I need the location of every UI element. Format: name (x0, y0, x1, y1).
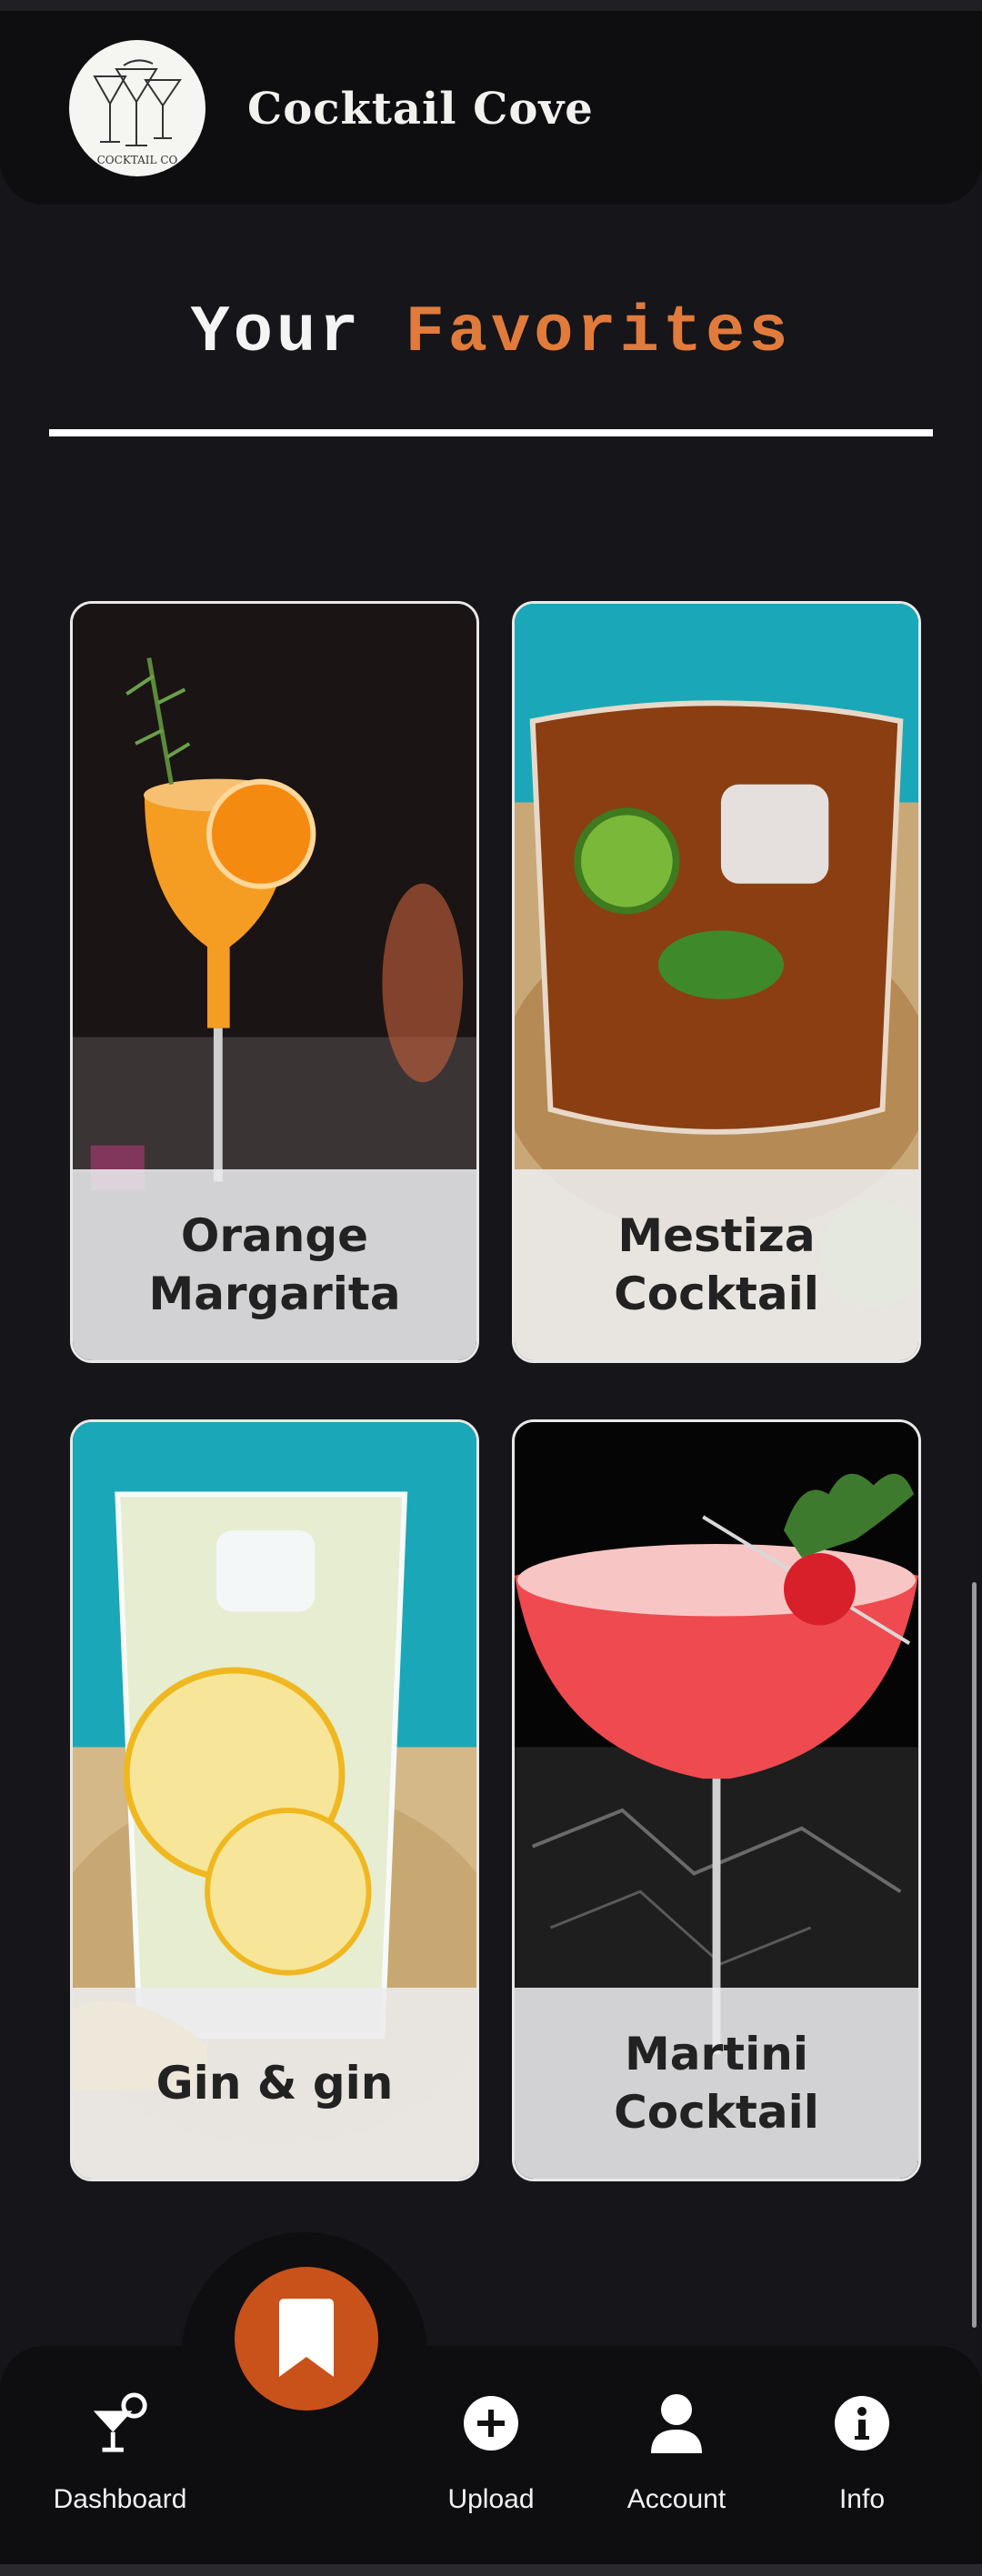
nav-dashboard[interactable]: Dashboard (29, 2382, 211, 2515)
app-header: COCKTAIL CO Cocktail Cove (0, 0, 982, 205)
card-caption: Martini Cocktail (515, 1988, 918, 2179)
app-title: Cocktail Cove (247, 84, 594, 135)
nav-upload-label: Upload (447, 2484, 535, 2514)
page-title-part2: Favorites (405, 296, 792, 370)
nav-dashboard-label: Dashboard (53, 2484, 187, 2514)
scrollbar[interactable] (972, 1582, 977, 2328)
page-title: Your Favorites (0, 296, 982, 370)
user-icon (645, 2391, 708, 2455)
app-logo[interactable]: COCKTAIL CO (69, 40, 205, 176)
favorite-card-orange-margarita[interactable]: Orange Margarita (70, 601, 479, 1363)
cocktail-name: Orange Margarita (148, 1209, 401, 1320)
nav-upload[interactable]: Upload (400, 2382, 582, 2515)
bottom-edge (0, 2564, 982, 2576)
plus-circle-icon (459, 2391, 523, 2455)
page-title-part1: Your (190, 296, 406, 370)
nav-info[interactable]: Info (771, 2382, 953, 2515)
title-divider (49, 429, 933, 436)
cocktail-name: Mestiza Cocktail (614, 1209, 819, 1320)
nav-account-label: Account (626, 2484, 726, 2514)
favorites-fab-button[interactable] (235, 2267, 378, 2411)
favorite-card-martini-cocktail[interactable]: Martini Cocktail (512, 1419, 921, 2181)
card-caption: Mestiza Cocktail (515, 1169, 918, 1360)
info-icon (830, 2391, 894, 2455)
nav-account[interactable]: Account (586, 2382, 767, 2515)
svg-text:COCKTAIL CO: COCKTAIL CO (97, 154, 178, 166)
cocktail-name: Martini Cocktail (614, 2028, 819, 2139)
favorite-card-mestiza-cocktail[interactable]: Mestiza Cocktail (512, 601, 921, 1363)
nav-info-label: Info (838, 2484, 886, 2514)
card-caption: Orange Margarita (73, 1169, 476, 1360)
favorite-card-gin-and-gin[interactable]: Gin & gin (70, 1419, 479, 2181)
bookmark-icon (279, 2299, 334, 2377)
card-caption: Gin & gin (73, 1988, 476, 2179)
cocktail-glass-icon (88, 2391, 152, 2455)
cocktail-name: Gin & gin (155, 2057, 394, 2110)
